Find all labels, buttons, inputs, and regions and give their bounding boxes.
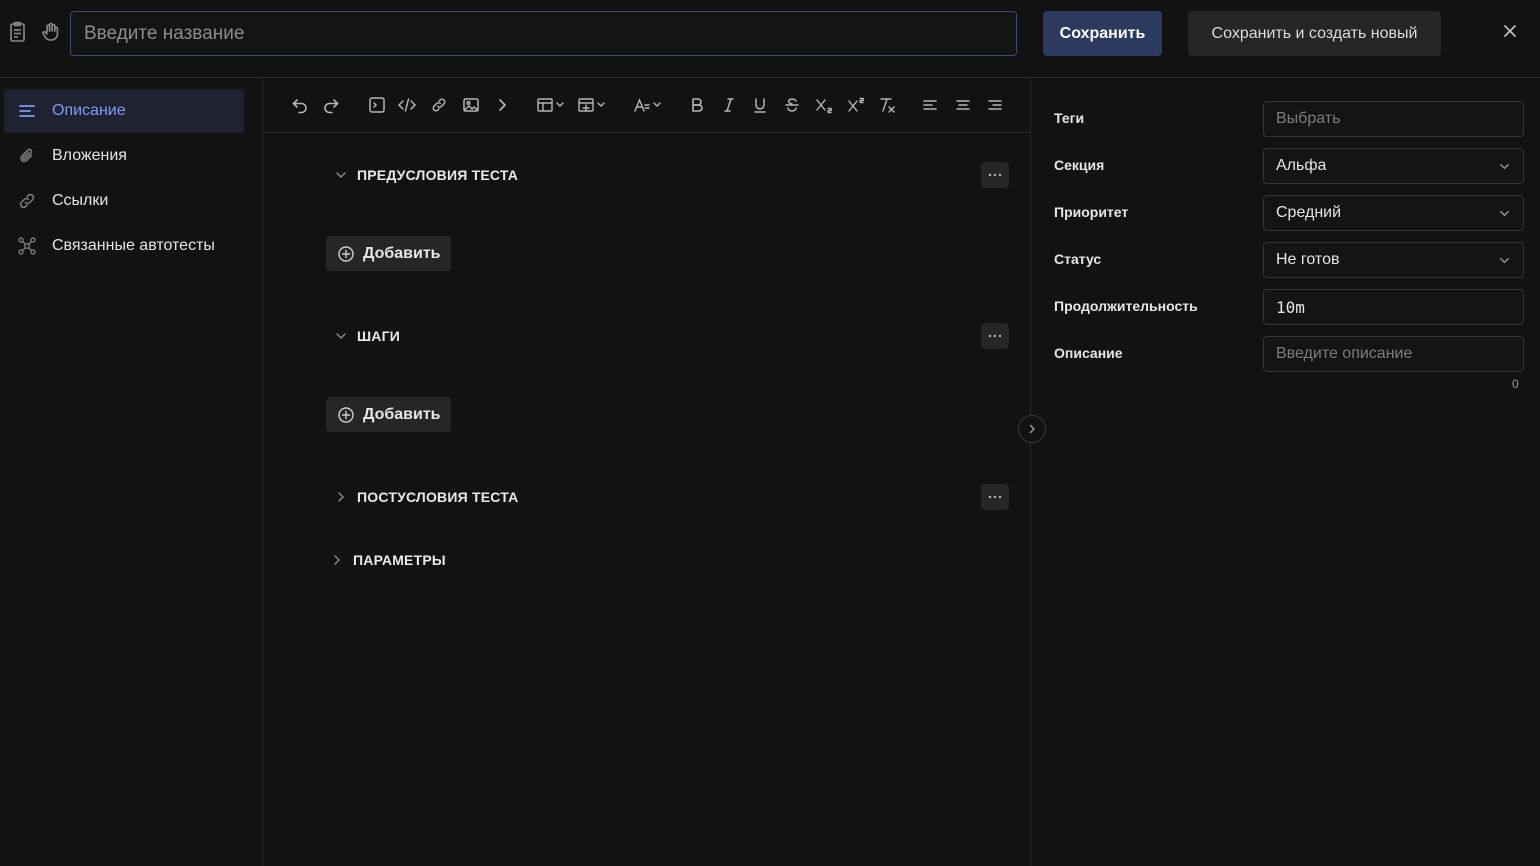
image-icon[interactable] [460, 94, 482, 116]
align-right-icon[interactable] [985, 94, 1005, 116]
sidebar-item-label: Ссылки [52, 192, 109, 209]
sidebar-item-links[interactable]: Ссылки [4, 179, 244, 223]
paperclip-icon [20, 148, 33, 163]
properties-panel: Теги Выбрать Секция Альфа Приоритет Сред… [1032, 79, 1540, 866]
font-size-icon[interactable] [632, 94, 664, 116]
table-insert-icon[interactable] [577, 94, 607, 116]
section-parameters-header[interactable]: ПАРАМЕТРЫ [330, 548, 446, 572]
section-more-button[interactable] [981, 484, 1009, 510]
redo-icon[interactable] [320, 94, 342, 116]
section-title: ПРЕДУСЛОВИЯ ТЕСТА [357, 167, 519, 183]
duration-value: 10m [1276, 297, 1305, 317]
section-label: Секция [1054, 157, 1105, 173]
top-bar: Сохранить Сохранить и создать новый [0, 0, 1540, 78]
section-preconditions-header[interactable]: ПРЕДУСЛОВИЯ ТЕСТА [334, 163, 518, 187]
status-value: Не готов [1276, 251, 1340, 268]
link-icon[interactable] [428, 94, 450, 116]
save-and-new-button[interactable]: Сохранить и создать новый [1188, 11, 1441, 56]
priority-value: Средний [1276, 204, 1342, 221]
sidebar-item-attachments[interactable]: Вложения [4, 134, 244, 178]
section-value: Альфа [1276, 157, 1327, 174]
tags-select[interactable]: Выбрать [1263, 101, 1524, 137]
save-button[interactable]: Сохранить [1043, 11, 1162, 56]
align-center-icon[interactable] [953, 94, 973, 116]
chevron-down-icon [336, 172, 346, 179]
code-inline-icon[interactable] [396, 94, 418, 116]
title-input[interactable] [70, 11, 1017, 56]
chevron-down-icon [1500, 257, 1509, 264]
duration-label: Продолжительность [1054, 298, 1198, 314]
underline-icon[interactable] [750, 94, 770, 116]
chevron-down-icon [1500, 210, 1509, 217]
sidebar-item-linked-autotests[interactable]: Связанные автотесты [4, 224, 244, 268]
add-button-label: Добавить [363, 244, 441, 262]
priority-label: Приоритет [1054, 204, 1129, 220]
section-select[interactable]: Альфа [1263, 148, 1524, 184]
section-title: ШАГИ [357, 328, 400, 344]
subscript-icon[interactable] [813, 94, 835, 116]
link-icon [19, 193, 35, 209]
editor-toolbar [264, 79, 1031, 133]
more-icon [988, 173, 1002, 177]
list-icon [19, 105, 35, 117]
editor-panel: ПРЕДУСЛОВИЯ ТЕСТА Добавить ШАГИ Добавить… [264, 79, 1031, 866]
add-precondition-button[interactable]: Добавить [326, 236, 451, 271]
add-step-button[interactable]: Добавить [326, 397, 451, 432]
plus-circle-icon [338, 406, 354, 423]
section-steps-header[interactable]: ШАГИ [334, 324, 400, 348]
strikethrough-icon[interactable] [782, 94, 802, 116]
undo-icon[interactable] [289, 94, 311, 116]
priority-select[interactable]: Средний [1263, 195, 1524, 231]
description-char-counter: 0 [1512, 377, 1519, 391]
sidebar-item-description[interactable]: Описание [4, 89, 244, 133]
code-block-icon[interactable] [366, 94, 388, 116]
plus-circle-icon [338, 245, 354, 262]
close-icon[interactable] [1498, 19, 1522, 43]
section-more-button[interactable] [981, 323, 1009, 349]
chevron-down-icon [336, 333, 346, 340]
description-label: Описание [1054, 345, 1123, 361]
chevron-right-icon [334, 555, 341, 565]
more-icon [988, 334, 1002, 338]
chevron-right-icon[interactable] [492, 94, 512, 116]
superscript-icon[interactable] [845, 94, 867, 116]
clipboard-icon[interactable] [6, 20, 30, 44]
tags-placeholder: Выбрать [1276, 110, 1341, 127]
sidebar: Описание Вложения Ссылки Связанные автот… [0, 79, 263, 866]
sidebar-item-label: Описание [52, 102, 126, 119]
table-icon[interactable] [536, 94, 566, 116]
duration-input[interactable]: 10m [1263, 289, 1524, 325]
description-placeholder: Введите описание [1276, 345, 1413, 362]
bold-icon[interactable] [687, 94, 707, 116]
sidebar-item-label: Вложения [52, 147, 127, 164]
add-button-label: Добавить [363, 405, 441, 423]
status-label: Статус [1054, 251, 1102, 267]
hand-icon[interactable] [39, 20, 63, 44]
description-input[interactable]: Введите описание [1263, 336, 1524, 372]
italic-icon[interactable] [719, 94, 739, 116]
section-more-button[interactable] [981, 162, 1009, 188]
sidebar-item-label: Связанные автотесты [52, 237, 215, 254]
align-left-icon[interactable] [920, 94, 940, 116]
network-icon [18, 237, 36, 255]
chevron-right-icon [338, 492, 345, 502]
clear-format-icon[interactable] [876, 94, 898, 116]
status-select[interactable]: Не готов [1263, 242, 1524, 278]
section-postconditions-header[interactable]: ПОСТУСЛОВИЯ ТЕСТА [334, 485, 518, 509]
section-title: ПАРАМЕТРЫ [353, 552, 446, 568]
chevron-down-icon [1500, 163, 1509, 170]
section-title: ПОСТУСЛОВИЯ ТЕСТА [357, 489, 519, 505]
tags-label: Теги [1054, 110, 1085, 126]
more-icon [988, 495, 1002, 499]
